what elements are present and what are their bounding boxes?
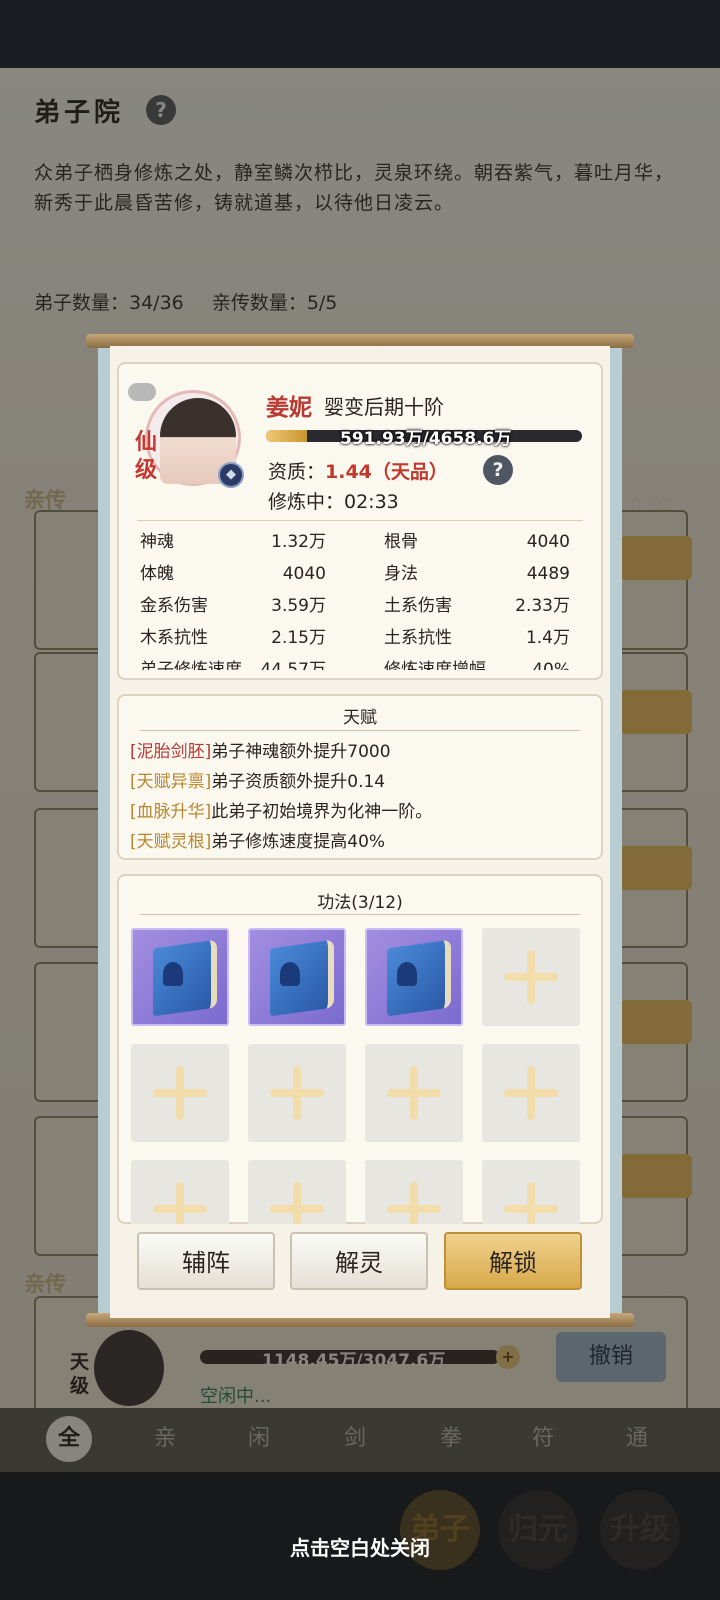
stat-label: 木系抗性 (140, 628, 208, 648)
stat-value: 40% (532, 660, 570, 670)
talent-item: [血脉升华]此弟子初始境界为化神一阶。 (130, 797, 432, 822)
talent-item: [天赋异禀]弟子资质额外提升0.14 (130, 767, 385, 792)
skill-slot-book[interactable] (131, 928, 229, 1026)
stat-label: 体魄 (140, 564, 174, 584)
stat-item: 体魄 4040 (140, 560, 326, 588)
stat-value: 4040 (526, 532, 570, 552)
stat-item: 金系伤害 3.59万 (140, 592, 326, 620)
skill-slot-empty[interactable] (248, 1160, 346, 1224)
disciple-realm: 婴变后期十阶 (324, 395, 444, 419)
skill-slot-empty[interactable] (482, 1044, 580, 1142)
talent-tag: [天赋异禀] (130, 772, 212, 792)
release-button[interactable]: 解灵 (290, 1232, 428, 1290)
stat-label: 神魂 (140, 532, 174, 552)
element-badge-icon: ◆ (218, 462, 244, 488)
stat-value: 3.59万 (271, 596, 326, 616)
aptitude: 资质：1.44（天品） (268, 457, 448, 484)
stat-value: 1.32万 (271, 532, 326, 552)
skill-slot-empty[interactable] (365, 1160, 463, 1224)
talent-title: 天赋 (343, 708, 377, 728)
stats-list[interactable]: 神魂 1.32万 根骨 4040 体魄 4040 身法 4489 金系伤害 3.59万 土… (140, 528, 580, 670)
training-status: 修炼中：02:33 (268, 491, 399, 513)
disciple-name: 姜妮 (266, 395, 312, 421)
stat-label: 修炼速度增幅 (384, 660, 486, 670)
close-hint: 点击空白处关闭 (290, 1536, 430, 1560)
stat-value: 4040 (282, 564, 326, 584)
aptitude-label: 资质： (268, 461, 326, 483)
skill-slot-book[interactable] (248, 928, 346, 1026)
divider (140, 730, 580, 731)
skill-emblem-icon (280, 962, 300, 986)
skill-slot-empty[interactable] (131, 1160, 229, 1224)
stat-item: 修炼速度增幅 40% (384, 656, 570, 670)
stat-item: 根骨 4040 (384, 528, 570, 556)
aptitude-value: 1.44（天品） (325, 461, 448, 483)
stat-label: 土系伤害 (384, 596, 452, 616)
stat-value: 44.57万 (260, 660, 326, 670)
formation-button[interactable]: 辅阵 (137, 1232, 275, 1290)
divider (137, 520, 583, 521)
skill-slot-empty[interactable] (482, 928, 580, 1026)
stat-value: 2.15万 (271, 628, 326, 648)
stat-item: 土系伤害 2.33万 (384, 592, 570, 620)
cultivation-bar-fill (266, 430, 308, 442)
disciple-grade: 仙级 (135, 429, 158, 483)
skill-slot-empty[interactable] (131, 1044, 229, 1142)
stat-item: 土系抗性 1.4万 (384, 624, 570, 652)
talent-text: 弟子修炼速度提高40% (211, 832, 386, 852)
stat-item: 身法 4489 (384, 560, 570, 588)
stat-value: 2.33万 (515, 596, 570, 616)
stat-item: 木系抗性 2.15万 (140, 624, 326, 652)
stat-label: 弟子修炼速度 (140, 660, 242, 670)
talent-tag: [天赋灵根] (130, 832, 212, 852)
unlock-button[interactable]: 解锁 (444, 1232, 582, 1290)
talent-item: [泥胎剑胚]弟子神魂额外提升7000 (130, 737, 391, 762)
cultivation-progress: 591.93万/4658.6万 (340, 429, 512, 449)
skills-title: 功法(3/12) (317, 893, 403, 913)
talent-text: 此弟子初始境界为化神一阶。 (211, 802, 433, 822)
stat-label: 身法 (384, 564, 418, 584)
talent-text: 弟子资质额外提升0.14 (211, 772, 386, 792)
stat-item: 神魂 1.32万 (140, 528, 326, 556)
divider (140, 914, 580, 915)
skill-slot-empty[interactable] (248, 1044, 346, 1142)
stat-item: 弟子修炼速度 44.57万 (140, 656, 326, 670)
talent-tag: [血脉升华] (130, 802, 212, 822)
stat-value: 1.4万 (525, 628, 570, 648)
talent-tag: [泥胎剑胚] (130, 742, 212, 762)
skill-slot-empty[interactable] (365, 1044, 463, 1142)
talent-item: [天赋灵根]弟子修炼速度提高40% (130, 827, 385, 852)
talent-text: 弟子神魂额外提升7000 (211, 742, 391, 762)
skill-slot-empty[interactable] (482, 1160, 580, 1224)
skill-emblem-icon (163, 962, 183, 986)
stat-label: 金系伤害 (140, 596, 208, 616)
stat-value: 4489 (526, 564, 570, 584)
aptitude-help-icon[interactable]: ? (483, 455, 513, 485)
skill-slot-book[interactable] (365, 928, 463, 1026)
stat-label: 土系抗性 (384, 628, 452, 648)
crown-icon (128, 383, 156, 401)
skill-emblem-icon (397, 962, 417, 986)
skill-grid[interactable] (131, 928, 591, 1224)
stat-label: 根骨 (384, 532, 418, 552)
